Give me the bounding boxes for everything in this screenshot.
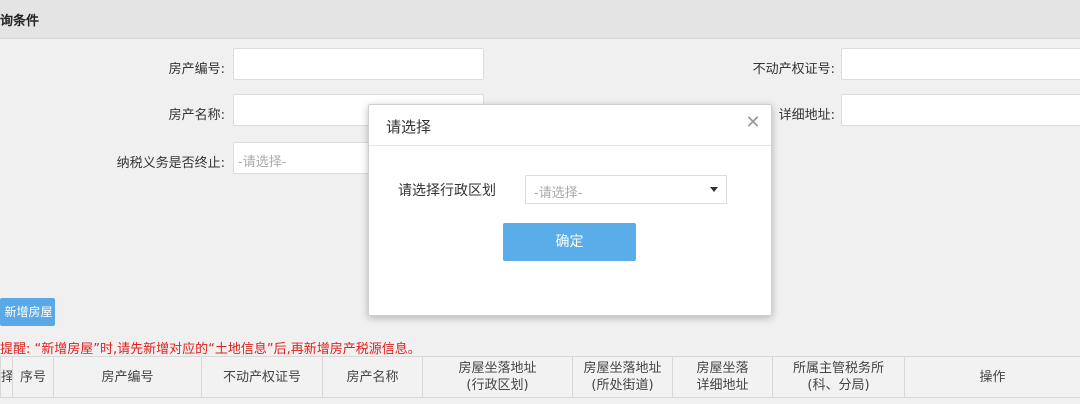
chevron-down-icon xyxy=(710,187,718,192)
table-header-text: 房产名称 xyxy=(346,369,399,385)
house-no-label: 房产编号: xyxy=(168,62,225,77)
table-header-text: 房屋坐落地址 xyxy=(583,361,662,376)
table-header-cell: 所属主管税务所 (科、分局) xyxy=(772,356,905,398)
table-header-cell: 不动产权证号 xyxy=(201,356,323,398)
table-header-text: 不动产权证号 xyxy=(222,369,301,385)
region-select[interactable]: -请选择- xyxy=(525,175,727,204)
house-no-input[interactable] xyxy=(233,48,484,80)
close-icon[interactable]: ✕ xyxy=(743,112,763,133)
table-header-text: 序号 xyxy=(19,369,46,385)
confirm-button[interactable]: 确定 xyxy=(503,223,636,261)
table-header-text: 操作 xyxy=(979,369,1006,385)
section-title: 询条件 xyxy=(0,14,40,29)
tax-end-label: 纳税义务是否终止: xyxy=(116,156,225,171)
table-header-text: (所处街道) xyxy=(591,378,654,393)
table-header-text: 择 xyxy=(2,369,12,386)
table-header-text: 房屋坐落地址 xyxy=(458,361,537,376)
table-header-text: (行政区划) xyxy=(466,378,529,393)
address-input[interactable] xyxy=(841,94,1080,126)
tax-end-placeholder: -请选择- xyxy=(238,155,287,170)
property-cert-input[interactable] xyxy=(841,48,1080,80)
table-header-text: 详细地址 xyxy=(696,378,749,393)
region-label: 请选择行政区划 xyxy=(398,183,496,199)
table-header-cell: 序号 xyxy=(12,356,54,398)
table-header-text: 房产编号 xyxy=(101,369,154,385)
query-conditions-header: 询条件 xyxy=(0,0,1080,39)
table-header-cell: 房屋坐落地址 (所处街道) xyxy=(572,356,673,398)
property-cert-label: 不动产权证号: xyxy=(752,62,835,77)
table-header-text: 所属主管税务所 xyxy=(792,361,884,376)
table-header-row: 择序号 房产编号 不动产权证号 房产名称 房屋坐落地址 (行政区划) 房屋坐落地址 (所处街道… xyxy=(0,356,1080,398)
table-header-cell: 房产编号 xyxy=(53,356,202,398)
dialog-title: 请选择 xyxy=(386,118,432,136)
table-header-text: (科、分局) xyxy=(807,378,870,393)
table-header-cell: 房屋坐落 详细地址 xyxy=(672,356,773,398)
table-header-cell: 操作 xyxy=(904,356,1080,398)
dialog-header: 请选择 ✕ xyxy=(369,105,771,146)
house-table: 择序号 房产编号 不动产权证号 房产名称 房屋坐落地址 (行政区划) 房屋坐落地址 (所处街道… xyxy=(0,356,1080,398)
table-header-cell: 房产名称 xyxy=(322,356,423,398)
notice-text: 提醒: “新增房屋”时,请先新增对应的“土地信息”后,再新增房产税源信息。 xyxy=(0,342,421,357)
add-house-button[interactable]: 新增房屋 xyxy=(0,298,55,326)
house-name-label: 房产名称: xyxy=(168,108,225,123)
table-header-cell: 房屋坐落地址 (行政区划) xyxy=(422,356,573,398)
table-header-text: 房屋坐落 xyxy=(696,361,749,376)
table-header-cell: 择 xyxy=(0,356,13,398)
region-placeholder: -请选择- xyxy=(534,186,583,201)
select-region-dialog: 请选择 ✕ 请选择行政区划 -请选择- 确定 xyxy=(368,104,772,316)
